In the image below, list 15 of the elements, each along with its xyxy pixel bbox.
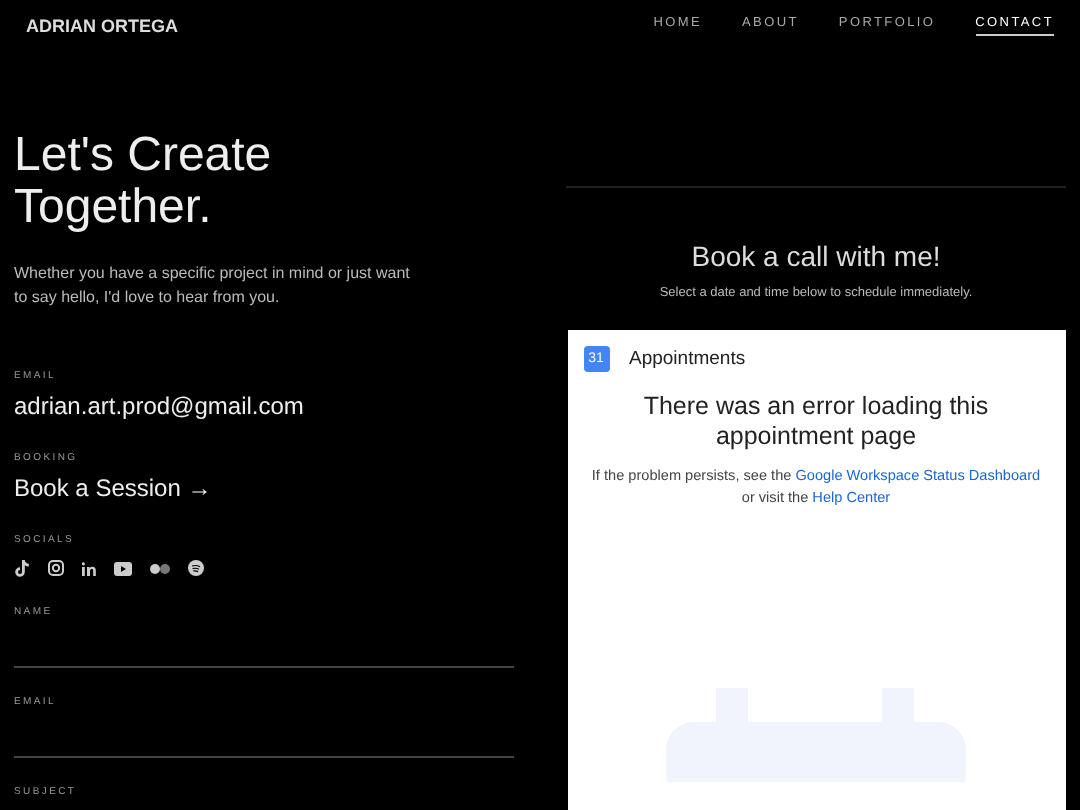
site-logo[interactable]: ADRIAN ORTEGA	[26, 15, 178, 35]
spotify-icon[interactable]	[188, 560, 204, 576]
flickr-icon[interactable]	[150, 563, 170, 573]
youtube-icon[interactable]	[114, 561, 132, 575]
linkedin-icon[interactable]	[82, 561, 96, 575]
page-heading: Let's Create	[14, 130, 272, 182]
book-session-link[interactable]: Book a Session →	[14, 474, 212, 502]
app-name: Appointments	[629, 348, 746, 370]
intro-text: Whether you have a specific project in mind or just want to say hello, I'd love to hear from you.	[14, 262, 412, 310]
email-address-link[interactable]: adrian.art.prod@gmail.com	[14, 392, 304, 420]
booking-heading: Book a call with me!	[691, 240, 941, 272]
tiktok-icon[interactable]	[14, 559, 30, 577]
error-title: There was an error loading this appointment page	[641, 392, 991, 452]
instagram-icon[interactable]	[48, 560, 64, 576]
page-heading: Together.	[14, 182, 212, 234]
